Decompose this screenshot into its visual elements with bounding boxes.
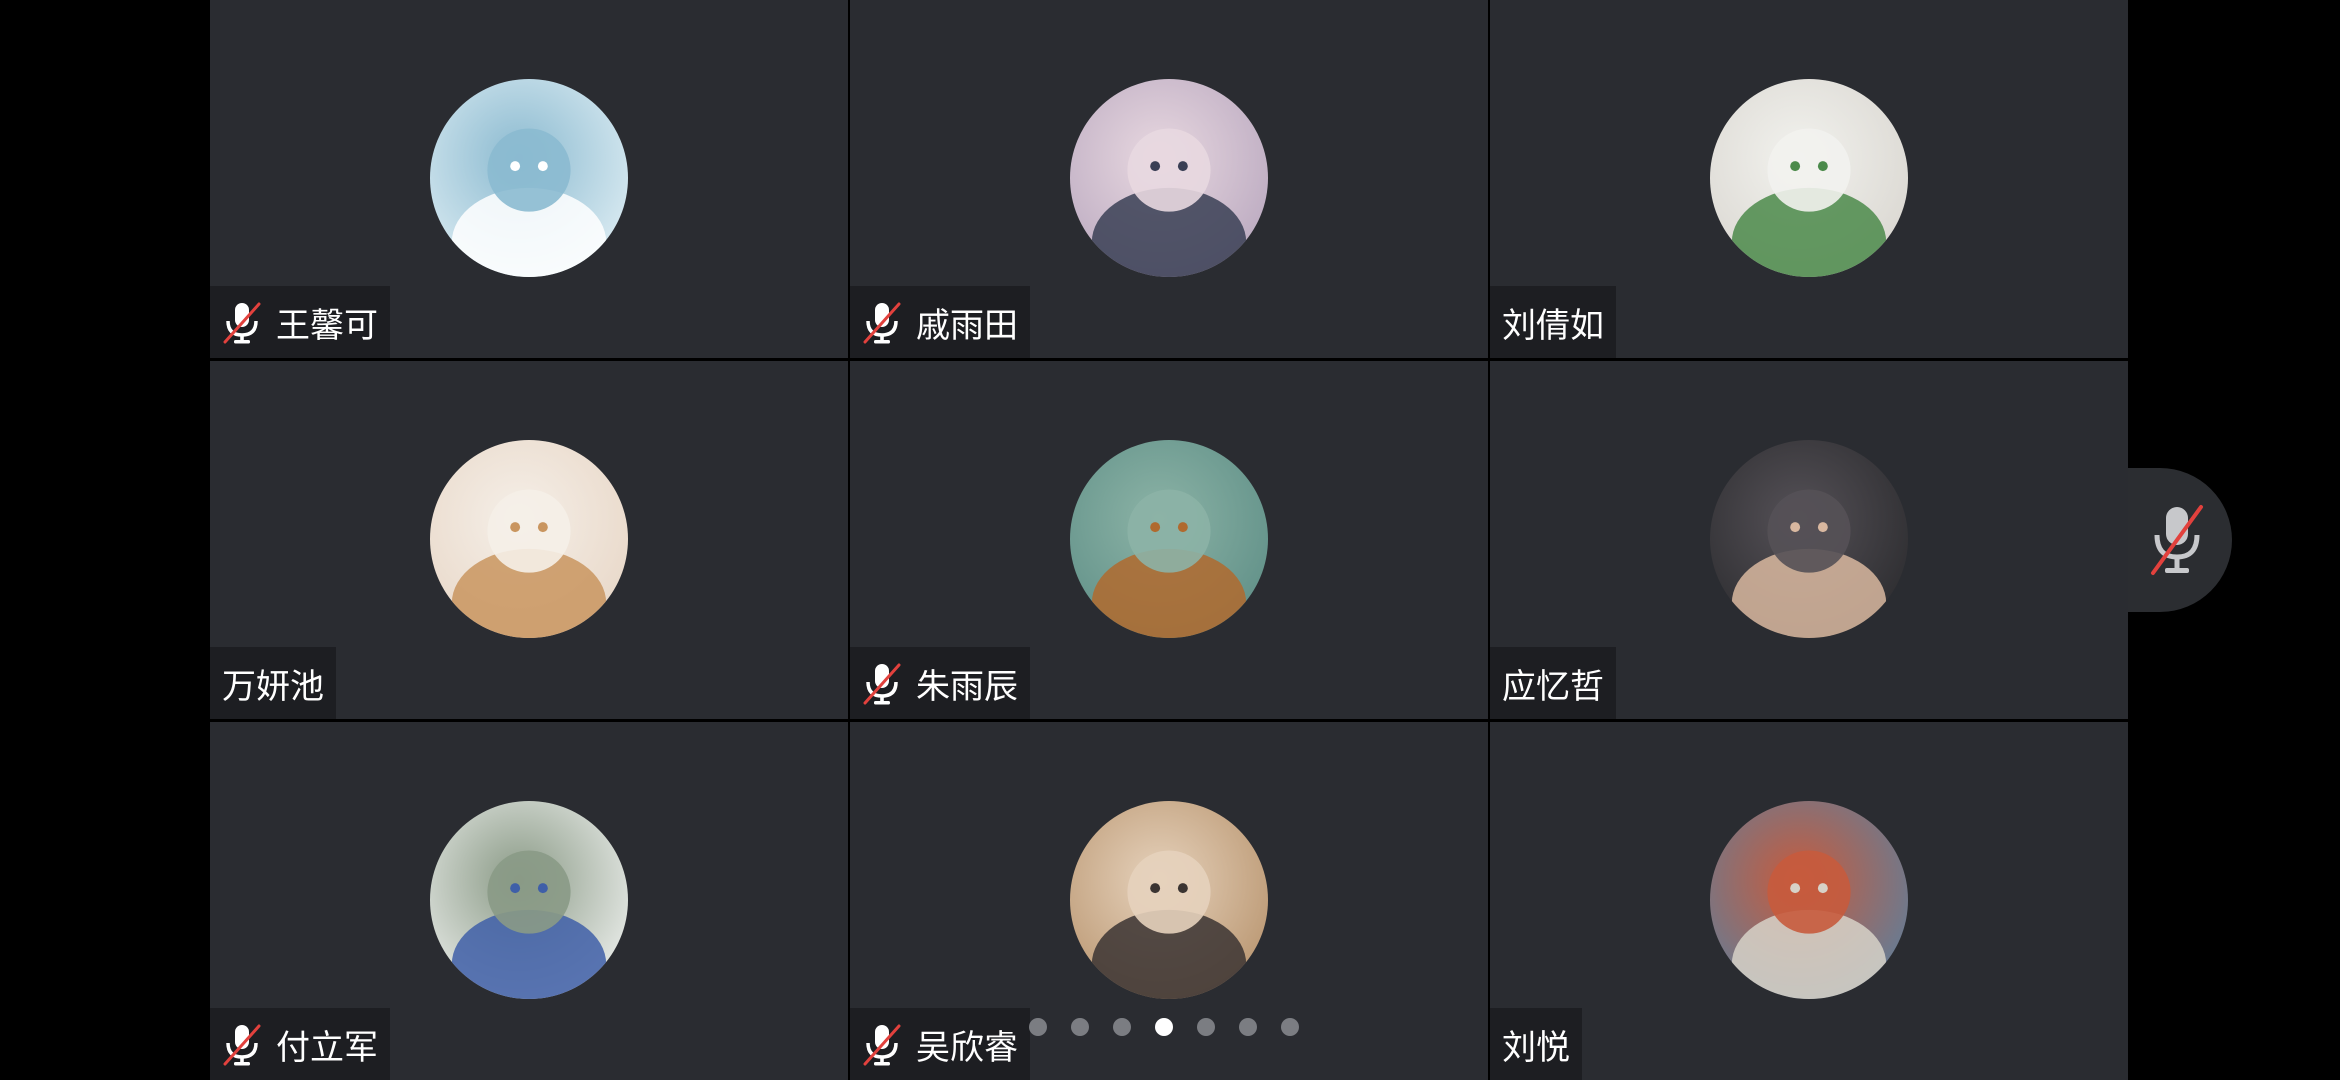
anime-boy-avatar: [1070, 79, 1268, 277]
participant-tile[interactable]: 付立军: [210, 722, 848, 1080]
participant-grid: 王馨可 戚雨田 刘倩如万妍池 朱雨辰 应忆哲付立军 吴欣睿 刘悦: [210, 0, 2129, 1080]
page-dot[interactable]: [1071, 1018, 1089, 1036]
participant-name: 应忆哲: [1502, 666, 1604, 707]
participant-name-tag: 吴欣睿: [850, 1008, 1030, 1080]
person-with-dog-avatar: [1710, 801, 1908, 999]
participant-name-tag: 刘倩如: [1490, 286, 1616, 358]
participant-tile[interactable]: 王馨可: [210, 0, 848, 358]
mic-muted-icon: [2151, 505, 2203, 575]
participant-tile[interactable]: 万妍池: [210, 361, 848, 719]
mic-muted-icon: [222, 1022, 262, 1066]
page-indicator[interactable]: [1029, 1017, 1299, 1037]
page-dot[interactable]: [1239, 1018, 1257, 1036]
participant-name: 万妍池: [222, 666, 324, 707]
participant-name: 刘倩如: [1502, 305, 1604, 346]
girl-portrait-avatar: [1710, 440, 1908, 638]
participant-name-tag: 应忆哲: [1490, 647, 1616, 719]
participant-name: 王馨可: [276, 305, 378, 346]
girl-with-plush-avatar: [1710, 79, 1908, 277]
participant-tile[interactable]: 朱雨辰: [850, 361, 1488, 719]
participant-name-tag: 刘悦: [1490, 1008, 1582, 1080]
mic-muted-icon: [862, 661, 902, 705]
participant-name: 戚雨田: [916, 305, 1018, 346]
page-dot-active[interactable]: [1155, 1018, 1173, 1036]
participant-name-tag: 付立军: [210, 1008, 390, 1080]
participant-name: 朱雨辰: [916, 666, 1018, 707]
participant-name: 吴欣睿: [916, 1027, 1018, 1068]
page-dot[interactable]: [1029, 1018, 1047, 1036]
participant-name-tag: 万妍池: [210, 647, 336, 719]
participant-name-tag: 戚雨田: [850, 286, 1030, 358]
participant-tile[interactable]: 刘倩如: [1490, 0, 2128, 358]
mic-muted-icon: [862, 1022, 902, 1066]
participant-name-tag: 王馨可: [210, 286, 390, 358]
cat-in-hood-avatar: [430, 440, 628, 638]
van-gogh-portrait-avatar: [1070, 440, 1268, 638]
page-dot[interactable]: [1113, 1018, 1131, 1036]
participant-name: 付立军: [276, 1027, 378, 1068]
page-dot[interactable]: [1281, 1018, 1299, 1036]
mic-toggle-button[interactable]: [2128, 468, 2232, 612]
participant-tile[interactable]: 戚雨田: [850, 0, 1488, 358]
mic-muted-icon: [862, 300, 902, 344]
page-dot[interactable]: [1197, 1018, 1215, 1036]
participant-name-tag: 朱雨辰: [850, 647, 1030, 719]
participant-name: 刘悦: [1502, 1027, 1570, 1068]
participant-tile[interactable]: 刘悦: [1490, 722, 2128, 1080]
mic-muted-icon: [222, 300, 262, 344]
white-fox-drawing-avatar: [430, 79, 628, 277]
blue-figure-illustration-avatar: [430, 801, 628, 999]
participant-tile[interactable]: 应忆哲: [1490, 361, 2128, 719]
girl-with-puppy-avatar: [1070, 801, 1268, 999]
